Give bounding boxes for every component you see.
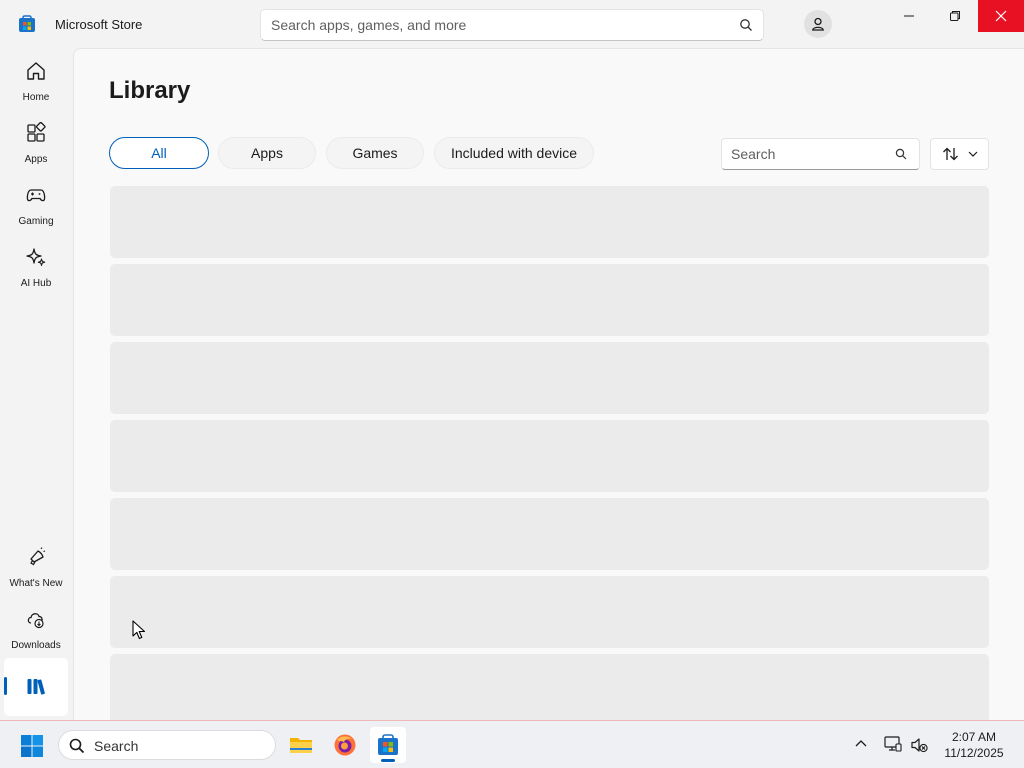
windows-start-icon[interactable] <box>20 734 44 758</box>
taskbar-search-label: Search <box>94 738 139 754</box>
gamepad-icon <box>26 189 46 202</box>
library-search-box[interactable] <box>721 138 920 170</box>
system-clock[interactable]: 2:07 AM 11/12/2025 <box>936 729 1012 761</box>
firefox-icon <box>334 734 356 756</box>
nav-label-apps: Apps <box>24 154 48 165</box>
chevron-up-icon[interactable] <box>855 739 867 747</box>
cloud-download-icon <box>27 613 44 629</box>
filter-tab-included-with-device[interactable]: Included with device <box>434 137 594 169</box>
nav-item-gaming[interactable]: Gaming <box>4 178 68 234</box>
chevron-down-icon <box>968 151 978 157</box>
clock-time: 2:07 AM <box>951 730 997 744</box>
library-page: Library All Apps Games Included with dev… <box>73 48 1024 720</box>
library-icon <box>27 679 45 695</box>
loading-placeholder-row <box>110 420 989 492</box>
taskbar-firefox[interactable] <box>327 727 363 763</box>
page-title: Library <box>109 77 191 104</box>
filter-tab-all[interactable]: All <box>109 137 209 169</box>
loading-placeholder-row <box>110 342 989 414</box>
person-icon <box>812 17 824 31</box>
nav-label-whats-new: What's New <box>9 578 63 589</box>
loading-placeholder-row <box>110 498 989 570</box>
filter-tab-games[interactable]: Games <box>326 137 424 169</box>
minimize-icon <box>904 15 914 17</box>
store-search-box[interactable] <box>260 9 764 41</box>
microsoft-store-icon <box>378 734 398 755</box>
profile-button[interactable] <box>804 10 832 38</box>
apps-icon <box>27 122 46 142</box>
restore-button[interactable] <box>932 0 978 32</box>
home-icon <box>27 62 45 80</box>
speaker-muted-icon[interactable] <box>910 736 928 754</box>
sparkle-icon <box>26 248 46 266</box>
nav-item-downloads[interactable]: Downloads <box>4 602 68 658</box>
microsoft-store-logo-icon <box>19 15 35 32</box>
nav-label-home: Home <box>22 92 50 103</box>
folder-icon <box>290 738 312 753</box>
loading-placeholder-row <box>110 186 989 258</box>
loading-placeholder-row <box>110 654 989 720</box>
running-indicator <box>381 759 395 762</box>
active-indicator <box>4 677 7 695</box>
nav-label-gaming: Gaming <box>18 216 54 227</box>
app-title: Microsoft Store <box>55 17 143 32</box>
close-icon <box>995 10 1007 22</box>
taskbar-search[interactable]: Search <box>58 730 276 760</box>
loading-placeholder-row <box>110 264 989 336</box>
search-icon[interactable] <box>895 148 907 160</box>
nav-item-library[interactable] <box>4 658 68 716</box>
taskbar: Search 2:07 AM 11/12/2025 <box>0 720 1024 768</box>
megaphone-icon <box>30 547 46 566</box>
filter-tab-apps[interactable]: Apps <box>218 137 316 169</box>
nav-label-downloads: Downloads <box>11 640 61 651</box>
sort-arrows-icon <box>943 147 958 161</box>
search-icon <box>69 738 85 754</box>
close-button[interactable] <box>978 0 1024 32</box>
minimize-button[interactable] <box>886 0 932 32</box>
network-icon[interactable] <box>884 735 902 753</box>
taskbar-file-explorer[interactable] <box>283 727 319 763</box>
sort-button[interactable] <box>930 138 989 170</box>
nav-item-ai-hub[interactable]: AI Hub <box>4 240 68 296</box>
loading-placeholder-row <box>110 576 989 648</box>
left-nav: Home Apps Gaming AI Hub What's New Downl… <box>0 48 72 720</box>
nav-item-home[interactable]: Home <box>4 54 68 110</box>
title-bar: Microsoft Store <box>0 0 1024 48</box>
mouse-cursor-icon <box>132 620 146 640</box>
library-search-input[interactable] <box>731 139 891 169</box>
restore-icon <box>950 11 960 21</box>
search-icon[interactable] <box>739 18 753 32</box>
clock-date: 11/12/2025 <box>944 746 1004 760</box>
nav-label-ai-hub: AI Hub <box>20 278 52 289</box>
nav-item-apps[interactable]: Apps <box>4 116 68 172</box>
nav-item-whats-new[interactable]: What's New <box>4 540 68 596</box>
store-search-input[interactable] <box>271 10 731 40</box>
taskbar-microsoft-store[interactable] <box>370 727 406 763</box>
